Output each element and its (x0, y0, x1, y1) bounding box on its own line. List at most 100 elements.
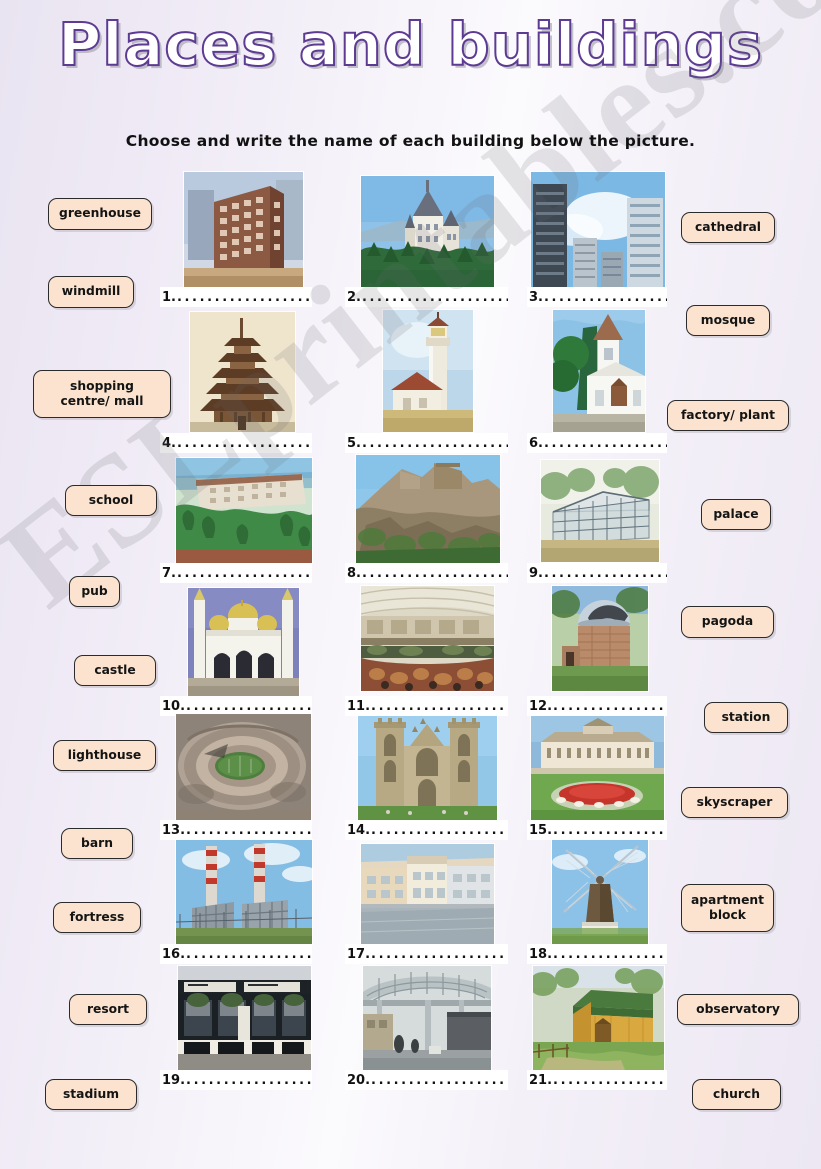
word-chip-label: apartment block (690, 892, 765, 922)
picture-13-stadium (176, 714, 311, 820)
word-chip-label: cathedral (695, 219, 761, 234)
answer-line-5[interactable]: 5. ...................... (345, 433, 508, 453)
answer-dots: .................. (543, 289, 667, 305)
word-chip-pub[interactable]: pub (69, 576, 120, 607)
answer-dots: .................... (176, 565, 312, 581)
word-chip-label: palace (713, 506, 759, 521)
answer-dots: ................ (553, 698, 667, 714)
answer-line-15[interactable]: 15. ................ (527, 820, 667, 840)
word-chip-observatory[interactable]: observatory (677, 994, 799, 1025)
answer-number: 5. (347, 435, 361, 451)
word-chip-fortress[interactable]: fortress (53, 902, 141, 933)
answer-line-18[interactable]: 18. ................ (527, 944, 667, 964)
answer-line-7[interactable]: 7. .................... (160, 563, 312, 583)
answer-dots: ...................... (361, 435, 508, 451)
answer-line-3[interactable]: 3. .................. (527, 287, 667, 307)
answer-line-16[interactable]: 16. .................. (160, 944, 312, 964)
word-chip-church[interactable]: church (692, 1079, 781, 1110)
answer-number: 13. (162, 822, 186, 838)
word-chip-factory-plant[interactable]: factory/ plant (667, 400, 789, 431)
picture-4-pagoda (190, 312, 295, 432)
word-chip-label: observatory (696, 1001, 780, 1016)
answer-number: 10. (162, 698, 186, 714)
answer-dots: ................ (553, 822, 667, 838)
answer-dots: ...................... (361, 289, 508, 305)
picture-10-mosque (188, 588, 299, 696)
picture-12-observatory (552, 586, 648, 691)
word-chip-barn[interactable]: barn (61, 828, 133, 859)
word-chip-label: shopping centre/ mall (60, 378, 144, 408)
answer-line-1[interactable]: 1. .................... (160, 287, 312, 307)
word-chip-label: skyscraper (696, 794, 773, 809)
picture-1-apartment-block (184, 172, 303, 287)
answer-line-19[interactable]: 19. .................. (160, 1070, 312, 1090)
answer-dots: .................... (371, 822, 508, 838)
picture-14-cathedral (358, 716, 497, 820)
word-chip-label: castle (94, 662, 136, 677)
instruction-text: Choose and write the name of each buildi… (125, 132, 696, 150)
word-chip-palace[interactable]: palace (701, 499, 771, 530)
answer-number: 8. (347, 565, 361, 581)
word-chip-shopping-centre-mall[interactable]: shopping centre/ mall (33, 370, 171, 418)
picture-17-school (361, 844, 494, 944)
picture-21-barn (533, 966, 664, 1070)
answer-number: 4. (162, 435, 176, 451)
word-chip-label: station (721, 709, 771, 724)
answer-line-14[interactable]: 14. .................... (345, 820, 508, 840)
answer-line-2[interactable]: 2. ...................... (345, 287, 508, 307)
answer-line-21[interactable]: 21. ................ (527, 1070, 667, 1090)
answer-line-13[interactable]: 13. .................. (160, 820, 312, 840)
word-chip-apartment-block[interactable]: apartment block (681, 884, 774, 932)
answer-dots: .................... (371, 946, 508, 962)
answer-dots: .................... (176, 435, 312, 451)
answer-dots: .................. (186, 946, 312, 962)
answer-number: 9. (529, 565, 543, 581)
picture-8-fortress (356, 455, 500, 565)
answer-line-10[interactable]: 10. .................. (160, 696, 312, 716)
answer-number: 20. (347, 1072, 371, 1088)
word-chip-stadium[interactable]: stadium (45, 1079, 137, 1110)
answer-dots: .................... (371, 698, 508, 714)
answer-line-8[interactable]: 8. ...................... (345, 563, 508, 583)
word-chip-pagoda[interactable]: pagoda (681, 606, 774, 638)
answer-dots: ................ (553, 1072, 667, 1088)
word-chip-cathedral[interactable]: cathedral (681, 212, 775, 243)
word-chip-castle[interactable]: castle (74, 655, 156, 686)
word-chip-lighthouse[interactable]: lighthouse (53, 740, 156, 771)
answer-dots: .................. (543, 565, 667, 581)
word-chip-greenhouse[interactable]: greenhouse (48, 198, 152, 230)
picture-15-palace (531, 716, 664, 820)
picture-5-lighthouse (383, 310, 473, 432)
word-chip-station[interactable]: station (704, 702, 788, 733)
answer-line-9[interactable]: 9. .................. (527, 563, 667, 583)
answer-line-12[interactable]: 12. ................ (527, 696, 667, 716)
answer-number: 6. (529, 435, 543, 451)
answer-line-17[interactable]: 17. .................... (345, 944, 508, 964)
answer-number: 17. (347, 946, 371, 962)
answer-number: 11. (347, 698, 371, 714)
word-chip-label: stadium (62, 1086, 120, 1101)
answer-dots: .................. (186, 1072, 312, 1088)
answer-line-20[interactable]: 20. .................... (345, 1070, 508, 1090)
word-chip-skyscraper[interactable]: skyscraper (681, 787, 788, 818)
word-chip-label: windmill (61, 284, 121, 299)
picture-3-skyscraper (531, 172, 665, 287)
word-chip-school[interactable]: school (65, 485, 157, 516)
picture-11-shopping-mall (361, 586, 494, 691)
word-chip-mosque[interactable]: mosque (686, 305, 770, 336)
answer-number: 19. (162, 1072, 186, 1088)
word-chip-resort[interactable]: resort (69, 994, 147, 1025)
answer-number: 18. (529, 946, 553, 962)
picture-18-windmill (552, 840, 648, 944)
answer-number: 7. (162, 565, 176, 581)
picture-20-station (363, 966, 491, 1070)
picture-9-greenhouse (541, 460, 659, 562)
word-chip-label: greenhouse (59, 206, 141, 221)
answer-line-4[interactable]: 4. .................... (160, 433, 312, 453)
word-chip-label: mosque (700, 312, 756, 327)
answer-dots: .................... (371, 1072, 508, 1088)
answer-line-11[interactable]: 11. .................... (345, 696, 508, 716)
answer-line-6[interactable]: 6. .................. (527, 433, 667, 453)
answer-number: 3. (529, 289, 543, 305)
word-chip-windmill[interactable]: windmill (48, 276, 134, 308)
